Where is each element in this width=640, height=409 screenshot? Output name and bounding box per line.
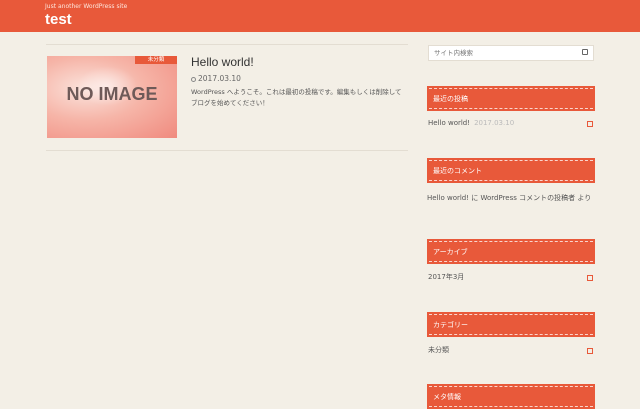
clock-icon [191,76,196,82]
widget-heading-categories: カテゴリー [427,312,595,337]
widget-heading-recent-posts: 最近の投稿 [427,86,595,111]
post-date-text: 2017.03.10 [198,74,241,83]
divider [46,44,408,45]
link-icon[interactable] [587,121,593,127]
divider [46,150,408,151]
post-date: 2017.03.10 [191,74,241,83]
widget-heading-label: メタ情報 [433,393,461,401]
site-title[interactable]: test [45,11,72,28]
category-badge[interactable]: 未分類 [135,56,177,64]
archive-item[interactable]: 2017年3月 [428,272,464,282]
widget-heading-label: アーカイブ [433,248,468,256]
widget-heading-label: カテゴリー [433,321,468,329]
widget-heading-archives: アーカイブ [427,239,595,264]
widget-heading-recent-comments: 最近のコメント [427,158,595,183]
category-item[interactable]: 未分類 [428,345,449,355]
link-icon[interactable] [587,348,593,354]
link-icon[interactable] [587,275,593,281]
search-input[interactable] [429,46,579,60]
widget-heading-label: 最近の投稿 [433,95,468,103]
widget-heading-meta: メタ情報 [427,384,595,409]
no-image-label: NO IMAGE [66,84,158,104]
recent-comment-item[interactable]: Hello world! に WordPress コメントの投稿者 より [427,192,595,204]
recent-post-title[interactable]: Hello world! [428,119,470,127]
post-thumbnail[interactable]: NO IMAGE [47,56,177,138]
search-box [428,45,594,61]
post-excerpt: WordPress へようこそ。これは最初の投稿です。編集もしくは削除してブログ… [191,88,402,107]
site-tagline: Just another WordPress site [45,3,128,10]
site-header: Just another WordPress site test [0,0,640,32]
recent-post-item[interactable]: Hello world! 2017.03.10 [428,119,514,127]
widget-heading-label: 最近のコメント [433,167,482,175]
search-icon[interactable] [582,49,588,55]
recent-post-date: 2017.03.10 [474,119,515,127]
post-title[interactable]: Hello world! [191,55,254,69]
